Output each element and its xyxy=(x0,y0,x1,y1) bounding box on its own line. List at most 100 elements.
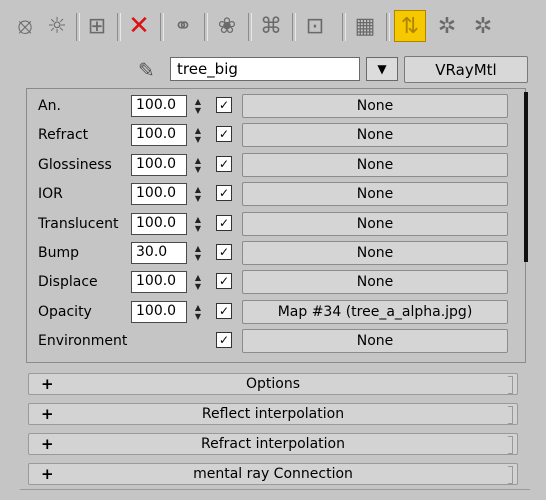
map-enable-checkbox[interactable]: ✓ xyxy=(216,97,232,113)
map-enable-checkbox[interactable]: ✓ xyxy=(216,126,232,142)
rollout-header[interactable]: + Options xyxy=(28,373,518,395)
map-label: Opacity xyxy=(38,304,92,320)
map-row: Environment ✓ None xyxy=(0,329,520,356)
spinner-down-icon[interactable]: ▼ xyxy=(195,106,201,115)
spinner-up-icon[interactable]: ▲ xyxy=(195,156,201,165)
rollout-header[interactable]: + Reflect interpolation xyxy=(28,403,518,425)
navigate-icon[interactable]: ✲ xyxy=(468,11,498,41)
rollout-bracket-right xyxy=(508,376,513,394)
toolbar-separator xyxy=(386,13,390,41)
map-slot-button[interactable]: None xyxy=(242,329,508,353)
material-type-button[interactable]: VRayMtl xyxy=(404,56,528,83)
toolbar-separator xyxy=(76,13,80,41)
map-amount-field[interactable]: 100.0 xyxy=(131,213,187,235)
map-row: Refract 100.0 ▲ ▼ ✓ None xyxy=(0,123,520,150)
map-row: IOR 100.0 ▲ ▼ ✓ None xyxy=(0,182,520,209)
put-to-library-icon[interactable]: ❀ xyxy=(212,11,242,41)
show-end-result-icon[interactable]: ▦ xyxy=(350,11,380,41)
spinner-up-icon[interactable]: ▲ xyxy=(195,303,201,312)
amount-spinner[interactable]: ▲ ▼ xyxy=(192,243,204,263)
map-amount-field[interactable]: 100.0 xyxy=(131,154,187,176)
map-slot-button[interactable]: None xyxy=(242,123,508,147)
material-name-dropdown[interactable]: ▼ xyxy=(366,57,398,81)
spinner-down-icon[interactable]: ▼ xyxy=(195,165,201,174)
spinner-up-icon[interactable]: ▲ xyxy=(195,244,201,253)
map-label: Displace xyxy=(38,274,98,290)
spinner-up-icon[interactable]: ▲ xyxy=(195,185,201,194)
amount-spinner[interactable]: ▲ ▼ xyxy=(192,184,204,204)
map-slot-button[interactable]: None xyxy=(242,270,508,294)
pick-material-eyedropper-icon[interactable]: ✎ xyxy=(138,58,155,82)
map-slot-button[interactable]: None xyxy=(242,212,508,236)
toolbar-separator xyxy=(160,13,164,41)
map-label: Bump xyxy=(38,245,80,261)
spinner-down-icon[interactable]: ▼ xyxy=(195,194,201,203)
material-name-field[interactable]: tree_big xyxy=(170,57,360,81)
rollout-title: Reflect interpolation xyxy=(201,406,345,422)
put-to-scene-icon[interactable]: ☼ xyxy=(42,11,72,41)
rollout-bracket-right xyxy=(508,406,513,424)
map-enable-checkbox[interactable]: ✓ xyxy=(216,215,232,231)
map-row: Opacity 100.0 ▲ ▼ ✓ Map #34 (tree_a_alpha.jpg… xyxy=(0,300,520,327)
go-forward-sibling-icon[interactable]: ✲ xyxy=(432,11,462,41)
map-slot-button[interactable]: Map #34 (tree_a_alpha.jpg) xyxy=(242,300,508,324)
map-enable-checkbox[interactable]: ✓ xyxy=(216,156,232,172)
map-amount-field[interactable]: 100.0 xyxy=(131,183,187,205)
spinner-up-icon[interactable]: ▲ xyxy=(195,126,201,135)
panel-bottom-edge xyxy=(20,489,530,492)
map-slot-button[interactable]: None xyxy=(242,153,508,177)
rollout-title: Options xyxy=(245,376,301,392)
assign-material-icon[interactable]: ⊞ xyxy=(82,11,112,41)
map-row: Bump 30.0 ▲ ▼ ✓ None xyxy=(0,241,520,268)
map-enable-checkbox[interactable]: ✓ xyxy=(216,185,232,201)
toolbar-separator xyxy=(204,13,208,41)
toolbar-separator xyxy=(117,13,121,41)
map-amount-field[interactable]: 100.0 xyxy=(131,271,187,293)
amount-spinner[interactable]: ▲ ▼ xyxy=(192,96,204,116)
spinner-up-icon[interactable]: ▲ xyxy=(195,273,201,282)
rollout-header[interactable]: + Refract interpolation xyxy=(28,433,518,455)
rollout-bracket-right xyxy=(508,436,513,454)
map-row: Displace 100.0 ▲ ▼ ✓ None xyxy=(0,270,520,297)
make-unique-icon[interactable]: ⚭ xyxy=(168,11,198,41)
map-label: Glossiness xyxy=(38,157,112,173)
amount-spinner[interactable]: ▲ ▼ xyxy=(192,302,204,322)
show-in-viewport-icon[interactable]: ⊡ xyxy=(300,11,330,41)
map-slot-button[interactable]: None xyxy=(242,94,508,118)
rollout-header[interactable]: + mental ray Connection xyxy=(28,463,518,485)
spinner-down-icon[interactable]: ▼ xyxy=(195,312,201,321)
material-effects-channel-icon[interactable]: ⌘ xyxy=(256,11,286,41)
map-label: An. xyxy=(38,98,61,114)
map-row: Translucent 100.0 ▲ ▼ ✓ None xyxy=(0,212,520,239)
amount-spinner[interactable]: ▲ ▼ xyxy=(192,272,204,292)
map-enable-checkbox[interactable]: ✓ xyxy=(216,244,232,260)
map-enable-checkbox[interactable]: ✓ xyxy=(216,303,232,319)
toolbar-separator xyxy=(248,13,252,41)
toolbar-separator xyxy=(292,13,296,41)
map-amount-field[interactable]: 100.0 xyxy=(131,95,187,117)
amount-spinner[interactable]: ▲ ▼ xyxy=(192,214,204,234)
delete-icon[interactable]: ✕ xyxy=(124,11,154,41)
spinner-down-icon[interactable]: ▼ xyxy=(195,253,201,262)
spinner-down-icon[interactable]: ▼ xyxy=(195,224,201,233)
amount-spinner[interactable]: ▲ ▼ xyxy=(192,155,204,175)
map-amount-field[interactable]: 100.0 xyxy=(131,124,187,146)
map-label: Translucent xyxy=(38,216,119,232)
panel-scrollbar[interactable] xyxy=(524,92,528,262)
map-enable-checkbox[interactable]: ✓ xyxy=(216,332,232,348)
map-slot-button[interactable]: None xyxy=(242,182,508,206)
map-amount-field[interactable]: 30.0 xyxy=(131,242,187,264)
spinner-up-icon[interactable]: ▲ xyxy=(195,215,201,224)
map-amount-field[interactable]: 100.0 xyxy=(131,301,187,323)
spinner-down-icon[interactable]: ▼ xyxy=(195,135,201,144)
map-slot-button[interactable]: None xyxy=(242,241,508,265)
spinner-down-icon[interactable]: ▼ xyxy=(195,282,201,291)
rollout-title: mental ray Connection xyxy=(193,466,353,482)
go-to-parent-icon[interactable]: ⇅ xyxy=(394,10,426,42)
get-material-icon[interactable]: ⦻ xyxy=(10,11,40,41)
spinner-up-icon[interactable]: ▲ xyxy=(195,97,201,106)
toolbar-separator xyxy=(342,13,346,41)
map-enable-checkbox[interactable]: ✓ xyxy=(216,273,232,289)
amount-spinner[interactable]: ▲ ▼ xyxy=(192,125,204,145)
rollout-title: Refract interpolation xyxy=(201,436,345,452)
